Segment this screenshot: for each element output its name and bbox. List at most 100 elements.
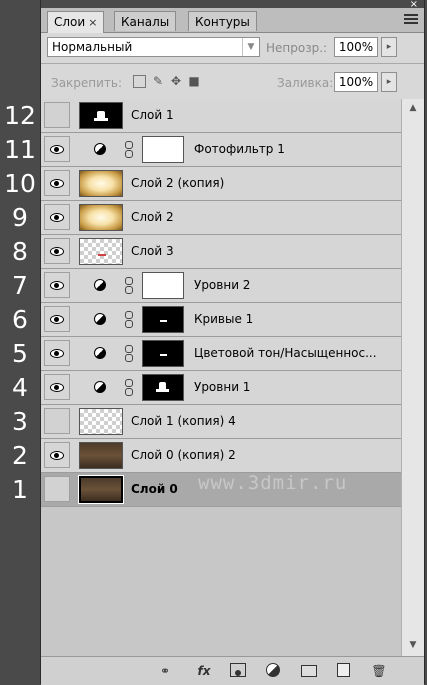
visibility-toggle[interactable] xyxy=(44,272,70,298)
eye-icon xyxy=(50,349,64,358)
visibility-toggle[interactable] xyxy=(44,374,70,400)
tab-layers[interactable]: Слои × xyxy=(47,11,105,33)
opacity-label: Непрозр.: xyxy=(266,41,328,55)
visibility-toggle[interactable] xyxy=(44,136,70,162)
scroll-up-icon[interactable]: ▲ xyxy=(402,101,424,115)
scroll-down-icon[interactable]: ▼ xyxy=(402,638,424,652)
layer-row[interactable]: Слой 2 (копия) xyxy=(41,167,401,201)
link-icon[interactable] xyxy=(125,277,133,294)
layer-row[interactable]: Уровни 1 xyxy=(41,371,401,405)
layer-row[interactable]: Уровни 2 xyxy=(41,269,401,303)
visibility-toggle[interactable] xyxy=(44,102,70,128)
visibility-toggle[interactable] xyxy=(44,238,70,264)
layer-row[interactable]: Слой 1 xyxy=(41,99,401,133)
layer-name: Цветовой тон/Насыщеннос... xyxy=(194,346,377,360)
move-icon[interactable]: ✥ xyxy=(169,74,183,88)
row-number: 4 xyxy=(12,373,28,402)
adjustment-layer-icon xyxy=(94,347,106,359)
layer-row[interactable]: Слой 1 (копия) 4 xyxy=(41,405,401,439)
tab-paths[interactable]: Контуры xyxy=(188,11,257,31)
opacity-slider-button[interactable]: ▸ xyxy=(381,37,397,57)
eye-icon xyxy=(50,145,64,154)
visibility-toggle[interactable] xyxy=(44,306,70,332)
opacity-field[interactable]: 100% xyxy=(334,37,378,57)
tab-channels[interactable]: Каналы xyxy=(114,11,177,31)
mask-thumbnail[interactable] xyxy=(142,340,184,367)
adjustment-layer-icon xyxy=(94,313,106,325)
adjustment-layer-icon xyxy=(94,279,106,291)
adjustment-layer-icon xyxy=(94,381,106,393)
layer-row[interactable]: Слой 0 (копия) 2 xyxy=(41,439,401,473)
tab-label: Контуры xyxy=(195,15,250,29)
row-number: 11 xyxy=(4,135,36,164)
adjustment-layer-icon xyxy=(94,143,106,155)
layer-name: Слой 2 (копия) xyxy=(131,176,225,190)
chevron-down-icon[interactable]: ▼ xyxy=(242,38,259,56)
folder-icon[interactable] xyxy=(301,665,317,677)
visibility-toggle[interactable] xyxy=(44,170,70,196)
link-icon[interactable] xyxy=(125,141,133,158)
layer-name: Слой 1 (копия) 4 xyxy=(131,414,236,428)
visibility-toggle[interactable] xyxy=(44,204,70,230)
link-icon[interactable] xyxy=(125,379,133,396)
layer-row[interactable]: Кривые 1 xyxy=(41,303,401,337)
layer-thumbnail xyxy=(79,408,123,435)
panel-menu-icon[interactable] xyxy=(404,14,418,26)
fx-icon[interactable]: fx xyxy=(193,663,215,679)
layer-name: Кривые 1 xyxy=(194,312,254,326)
layer-thumbnail xyxy=(79,238,123,265)
row-number: 2 xyxy=(12,441,28,470)
row-number: 10 xyxy=(4,169,36,198)
tab-bar: Слои × Каналы Контуры xyxy=(41,8,424,33)
mask-thumbnail[interactable] xyxy=(142,374,184,401)
row-number: 5 xyxy=(12,339,28,368)
lock-fill-row: Закрепить: ✎ ✥ ■ Заливка: 100% ▸ xyxy=(41,68,424,96)
mask-thumbnail[interactable] xyxy=(142,136,184,163)
layer-row[interactable]: Слой 2 xyxy=(41,201,401,235)
layer-name: Уровни 1 xyxy=(194,380,251,394)
layer-thumbnail xyxy=(79,442,123,469)
trash-icon[interactable]: 🗑 xyxy=(371,663,387,679)
link-icon[interactable] xyxy=(125,311,133,328)
layer-name: Слой 0 xyxy=(131,482,178,496)
tab-label: Каналы xyxy=(121,15,170,29)
mask-thumbnail[interactable] xyxy=(142,306,184,333)
mask-thumbnail[interactable] xyxy=(142,272,184,299)
layer-name: Слой 2 xyxy=(131,210,174,224)
panel-top-strip: × xyxy=(41,0,424,10)
layers-panel: × Слои × Каналы Контуры Нормальный ▼ Непр… xyxy=(40,0,425,685)
layer-row[interactable]: Слой 3 xyxy=(41,235,401,269)
add-mask-icon[interactable] xyxy=(230,663,246,677)
eye-icon xyxy=(50,383,64,392)
watermark: www.3dmir.ru xyxy=(198,472,348,494)
blend-mode-select[interactable]: Нормальный ▼ xyxy=(47,37,260,57)
layer-name: Слой 0 (копия) 2 xyxy=(131,448,236,462)
visibility-toggle[interactable] xyxy=(44,408,70,434)
eye-icon xyxy=(50,281,64,290)
layer-thumbnail xyxy=(78,475,124,504)
visibility-toggle[interactable] xyxy=(44,340,70,366)
new-adjustment-layer-icon[interactable] xyxy=(266,663,280,677)
lock-icon[interactable]: ■ xyxy=(187,74,201,88)
layer-thumbnail xyxy=(79,204,123,231)
link-layers-icon[interactable]: ⚭ xyxy=(155,663,175,679)
row-number: 3 xyxy=(12,407,28,436)
row-number: 9 xyxy=(12,203,28,232)
blend-opacity-row: Нормальный ▼ Непрозр.: 100% ▸ xyxy=(41,33,424,61)
new-layer-icon[interactable] xyxy=(337,663,350,677)
visibility-toggle[interactable] xyxy=(44,476,70,502)
layers-list: Слой 1 Фотофильтр 1 Слой 2 (копия) Слой … xyxy=(41,99,424,656)
fill-field[interactable]: 100% xyxy=(334,72,378,92)
lock-transparency-icon[interactable] xyxy=(133,75,146,88)
layer-row[interactable]: Цветовой тон/Насыщеннос... xyxy=(41,337,401,371)
scrollbar[interactable]: ▲ ▼ xyxy=(401,99,424,656)
row-number: 12 xyxy=(4,101,36,130)
blend-mode-value: Нормальный xyxy=(52,40,133,54)
tab-close-icon[interactable]: × xyxy=(88,16,97,29)
brush-icon[interactable]: ✎ xyxy=(151,74,165,88)
link-icon[interactable] xyxy=(125,345,133,362)
visibility-toggle[interactable] xyxy=(44,442,70,468)
fill-slider-button[interactable]: ▸ xyxy=(381,72,397,92)
layer-thumbnail xyxy=(79,170,123,197)
layer-row[interactable]: Фотофильтр 1 xyxy=(41,133,401,167)
